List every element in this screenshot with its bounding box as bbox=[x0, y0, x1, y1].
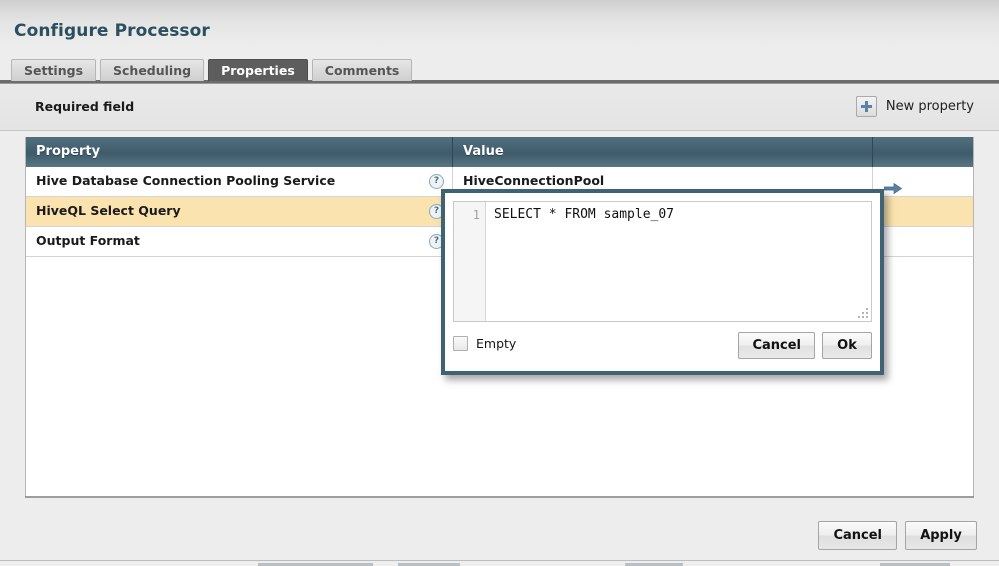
empty-checkbox-group[interactable]: Empty bbox=[453, 336, 516, 351]
cell-actions bbox=[873, 227, 973, 256]
dialog-footer: Cancel Apply bbox=[818, 521, 977, 550]
cell-property: HiveQL Select Query ? bbox=[26, 197, 453, 226]
table-bottom-divider bbox=[25, 496, 974, 498]
editor-code-pane[interactable]: SELECT * FROM sample_07 bbox=[486, 202, 871, 321]
tab-settings[interactable]: Settings bbox=[11, 59, 96, 81]
column-header-actions bbox=[873, 137, 973, 167]
arrow-right-icon[interactable] bbox=[884, 176, 902, 187]
property-name: Output Format bbox=[36, 233, 140, 248]
value-editor-popup: 1 SELECT * FROM sample_07 Empty bbox=[441, 189, 884, 375]
new-property-button[interactable]: New property bbox=[856, 96, 974, 117]
editor-cancel-button[interactable]: Cancel bbox=[738, 332, 815, 359]
tab-bar: Settings Scheduling Properties Comments bbox=[11, 57, 412, 81]
plus-icon bbox=[856, 96, 877, 117]
cell-property: Output Format ? bbox=[26, 227, 453, 256]
property-name: Hive Database Connection Pooling Service bbox=[36, 173, 335, 188]
help-circle-icon[interactable]: ? bbox=[429, 174, 444, 189]
cell-actions bbox=[873, 167, 973, 196]
editor-footer: Empty Cancel Ok bbox=[445, 323, 880, 371]
cell-actions bbox=[873, 197, 973, 226]
required-field-label: Required field bbox=[35, 99, 134, 114]
cancel-button[interactable]: Cancel bbox=[818, 521, 897, 550]
empty-label: Empty bbox=[476, 336, 516, 351]
editor-line-number: 1 bbox=[454, 207, 485, 223]
cell-property: Hive Database Connection Pooling Service… bbox=[26, 167, 453, 196]
empty-checkbox[interactable] bbox=[453, 336, 468, 351]
tab-comments[interactable]: Comments bbox=[312, 59, 413, 81]
tab-scheduling[interactable]: Scheduling bbox=[100, 59, 204, 81]
column-header-property[interactable]: Property bbox=[26, 137, 453, 167]
required-field-bar: Required field New property bbox=[0, 84, 999, 131]
column-header-value[interactable]: Value bbox=[453, 137, 873, 167]
background-page-sliver bbox=[0, 560, 999, 566]
resize-grip-icon[interactable] bbox=[857, 307, 868, 318]
table-header-row: Property Value bbox=[26, 137, 973, 167]
new-property-label: New property bbox=[886, 99, 974, 114]
query-editor[interactable]: 1 SELECT * FROM sample_07 bbox=[453, 201, 872, 322]
editor-button-group: Cancel Ok bbox=[738, 332, 872, 359]
editor-code-line: SELECT * FROM sample_07 bbox=[494, 207, 865, 223]
editor-ok-button[interactable]: Ok bbox=[822, 332, 872, 359]
tab-properties[interactable]: Properties bbox=[208, 59, 308, 81]
editor-gutter: 1 bbox=[454, 202, 486, 321]
apply-button[interactable]: Apply bbox=[905, 521, 977, 550]
page-title: Configure Processor bbox=[14, 21, 210, 41]
property-name: HiveQL Select Query bbox=[36, 203, 181, 218]
configure-processor-dialog: Configure Processor Settings Scheduling … bbox=[0, 0, 999, 565]
